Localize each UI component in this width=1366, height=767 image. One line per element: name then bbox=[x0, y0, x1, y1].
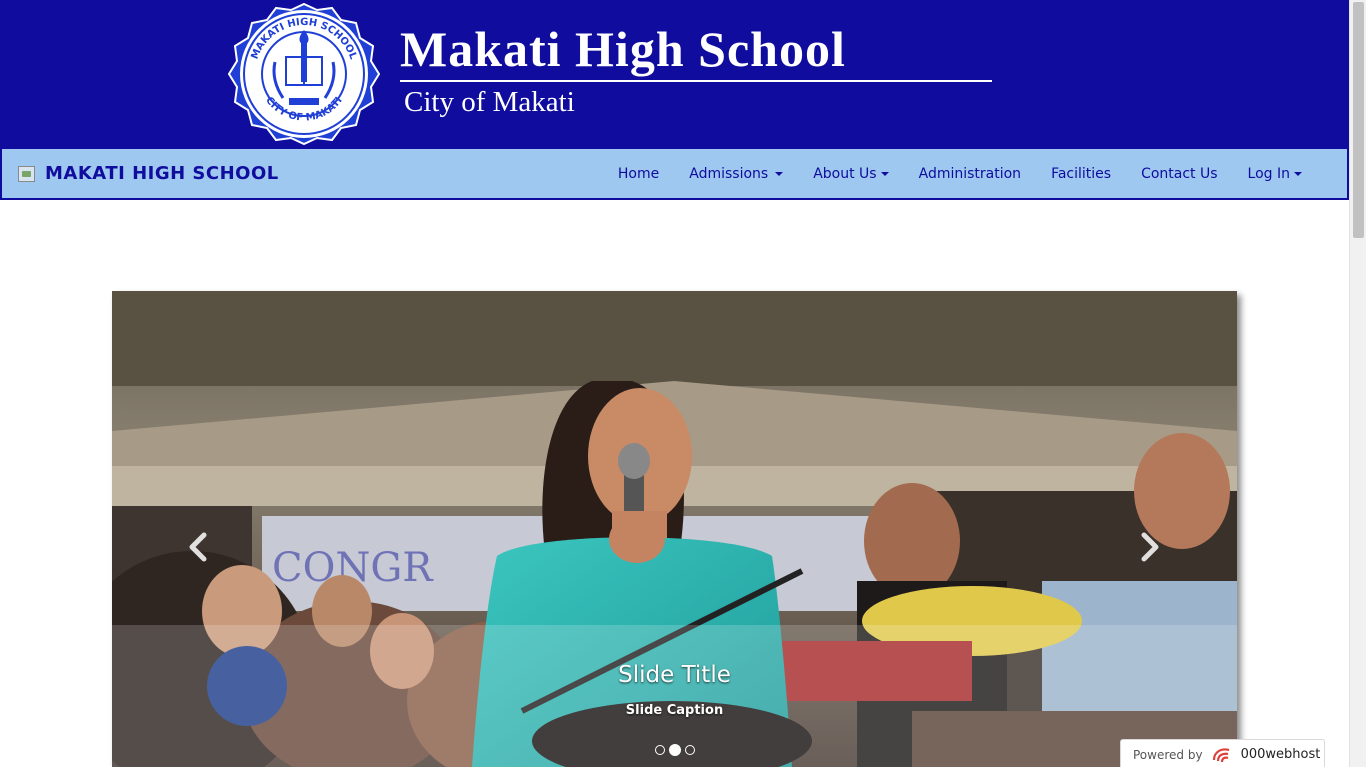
page-scrollbar[interactable] bbox=[1349, 0, 1366, 767]
nav-item-log-in[interactable]: Log In bbox=[1233, 149, 1317, 199]
school-seal-logo: MAKATI HIGH SCHOOL CITY OF MAKATI bbox=[227, 2, 381, 146]
slide-caption: Slide Caption bbox=[625, 703, 724, 718]
navbar: MAKATI HIGH SCHOOL Home Admissions About… bbox=[0, 148, 1349, 200]
brand-label: MAKATI HIGH SCHOOL bbox=[45, 163, 279, 184]
header-banner: MAKATI HIGH SCHOOL CITY OF MAKATI Makati… bbox=[0, 0, 1349, 148]
banner-subtitle: City of Makati bbox=[404, 86, 575, 118]
nav-item-label: About Us bbox=[813, 166, 877, 182]
caret-down-icon bbox=[1294, 172, 1302, 176]
banner-divider bbox=[400, 80, 992, 82]
caret-down-icon bbox=[880, 172, 889, 176]
nav-item-label: Facilities bbox=[1051, 166, 1112, 182]
carousel-indicator-3[interactable] bbox=[684, 745, 695, 755]
carousel-indicator-1[interactable] bbox=[654, 745, 665, 755]
navbar-brand[interactable]: MAKATI HIGH SCHOOL bbox=[18, 163, 279, 184]
nav-item-contact-us[interactable]: Contact Us bbox=[1126, 149, 1232, 199]
scrollbar-thumb[interactable] bbox=[1353, 2, 1364, 238]
image-carousel: CONGR Slide Title Slide Caption bbox=[112, 291, 1237, 767]
powered-by-badge[interactable]: Powered by 000webhost bbox=[1120, 739, 1325, 767]
nav-item-label: Admissions bbox=[689, 166, 769, 182]
powered-label: Powered by bbox=[1133, 747, 1203, 762]
slide-title: Slide Title bbox=[618, 662, 731, 688]
host-name: 000webhost bbox=[1240, 747, 1321, 762]
broken-image-icon bbox=[18, 165, 35, 182]
nav-item-admissions[interactable]: Admissions bbox=[674, 149, 798, 199]
nav-item-facilities[interactable]: Facilities bbox=[1036, 149, 1126, 199]
banner-title: Makati High School bbox=[400, 21, 846, 77]
nav-item-label: Log In bbox=[1247, 166, 1290, 182]
000webhost-logo bbox=[1212, 747, 1229, 762]
carousel-next-button[interactable] bbox=[1134, 527, 1164, 567]
nav-item-administration[interactable]: Administration bbox=[904, 149, 1036, 199]
carousel-indicators bbox=[112, 744, 1237, 756]
nav-item-label: Administration bbox=[918, 166, 1022, 182]
carousel-indicator-2[interactable] bbox=[668, 744, 681, 756]
nav-item-label: Contact Us bbox=[1141, 166, 1218, 182]
nav-item-home[interactable]: Home bbox=[603, 149, 674, 199]
nav-item-about-us[interactable]: About Us bbox=[798, 149, 903, 199]
nav-menu: Home Admissions About Us Administration … bbox=[603, 149, 1317, 199]
page: MAKATI HIGH SCHOOL CITY OF MAKATI Makati… bbox=[0, 0, 1366, 767]
caret-down-icon bbox=[775, 172, 784, 176]
carousel-prev-button[interactable] bbox=[184, 527, 214, 567]
nav-item-label: Home bbox=[617, 166, 660, 182]
